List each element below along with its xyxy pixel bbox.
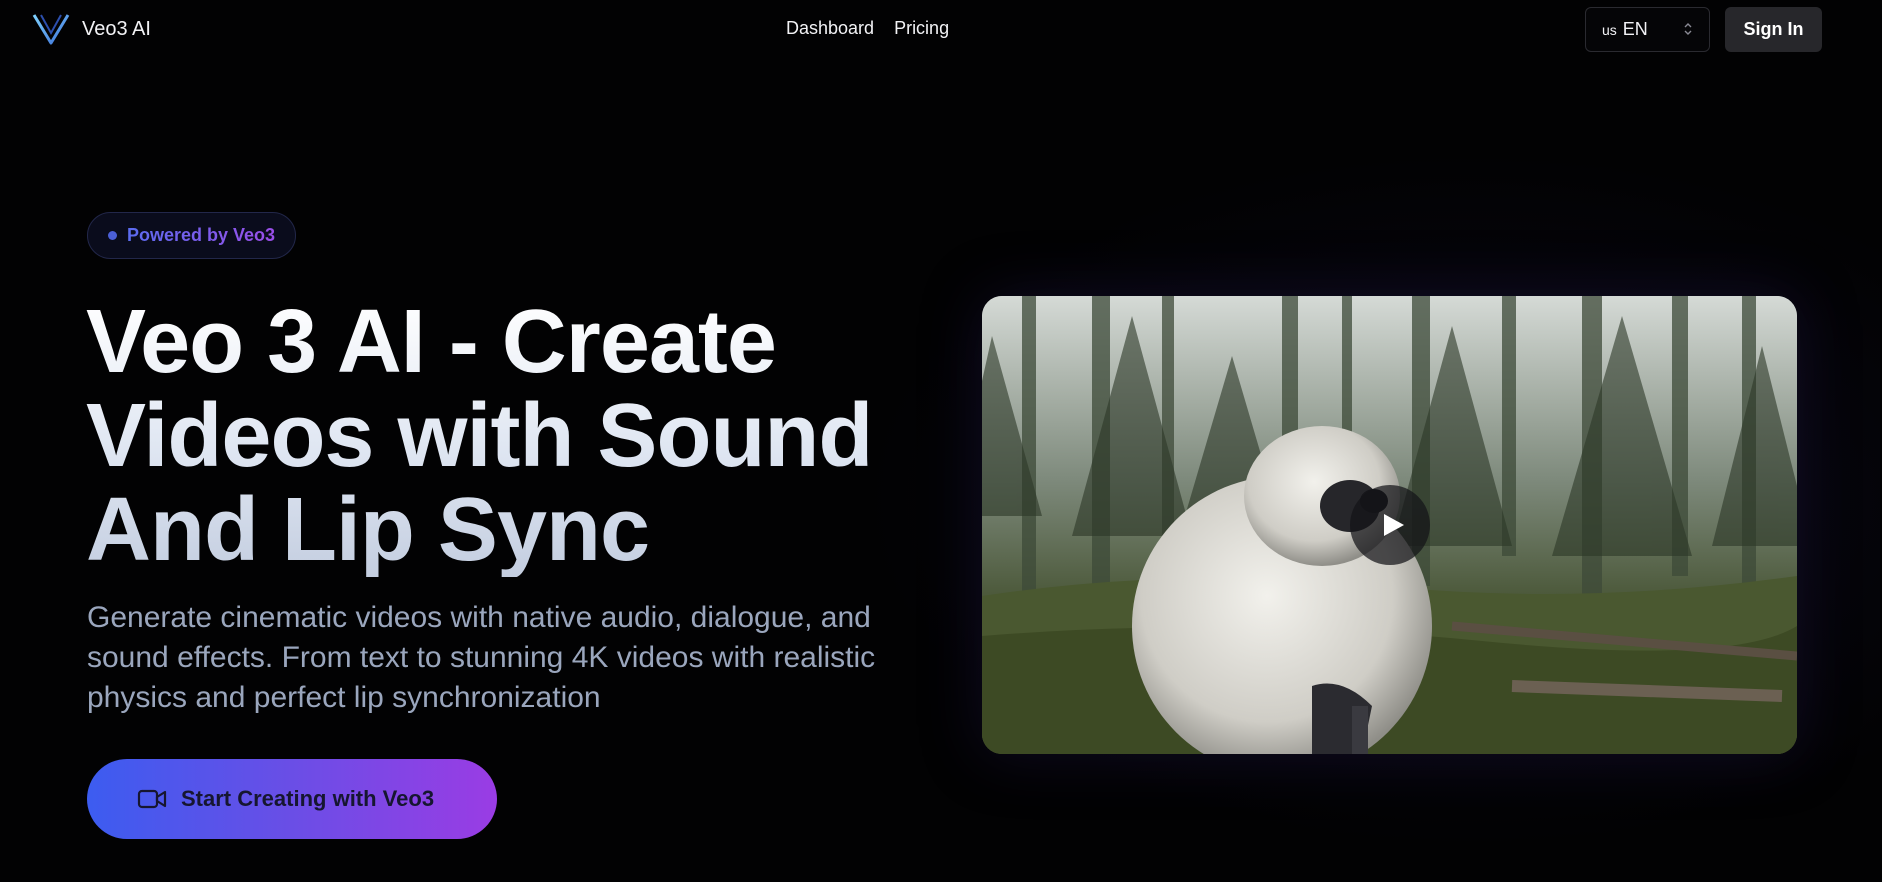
nav-pricing[interactable]: Pricing [894,18,949,39]
hero-subtitle: Generate cinematic videos with native au… [87,601,876,714]
powered-by-badge: Powered by Veo3 [87,212,296,259]
badge-dot-icon [108,231,117,240]
nav-dashboard[interactable]: Dashboard [786,18,874,39]
badge-text: Powered by Veo3 [127,225,276,245]
hero-title: Veo 3 AI - Create Videos with Sound And … [86,295,906,577]
main-nav: Dashboard Pricing [786,18,949,39]
language-select[interactable]: us EN [1585,7,1710,52]
brand-link[interactable]: Veo3 AI [32,12,151,46]
video-camera-icon [137,789,167,809]
start-creating-label: Start Creating with Veo3 [181,786,435,811]
landing-page: Veo3 AI Dashboard Pricing us EN Sign In … [0,0,1882,882]
chevron-up-down-icon [1684,23,1692,35]
language-code: EN [1622,19,1648,39]
sign-in-button[interactable]: Sign In [1725,7,1822,52]
brand-name: Veo3 AI [82,17,151,40]
play-button[interactable] [1350,485,1430,565]
hero-video[interactable] [982,296,1797,754]
site-header: Veo3 AI Dashboard Pricing us EN Sign In [0,0,1882,60]
flag-us-icon: us [1602,21,1617,38]
play-icon [1383,514,1404,536]
start-creating-button[interactable]: Start Creating with Veo3 [87,759,497,839]
v-logo-icon [32,14,70,45]
